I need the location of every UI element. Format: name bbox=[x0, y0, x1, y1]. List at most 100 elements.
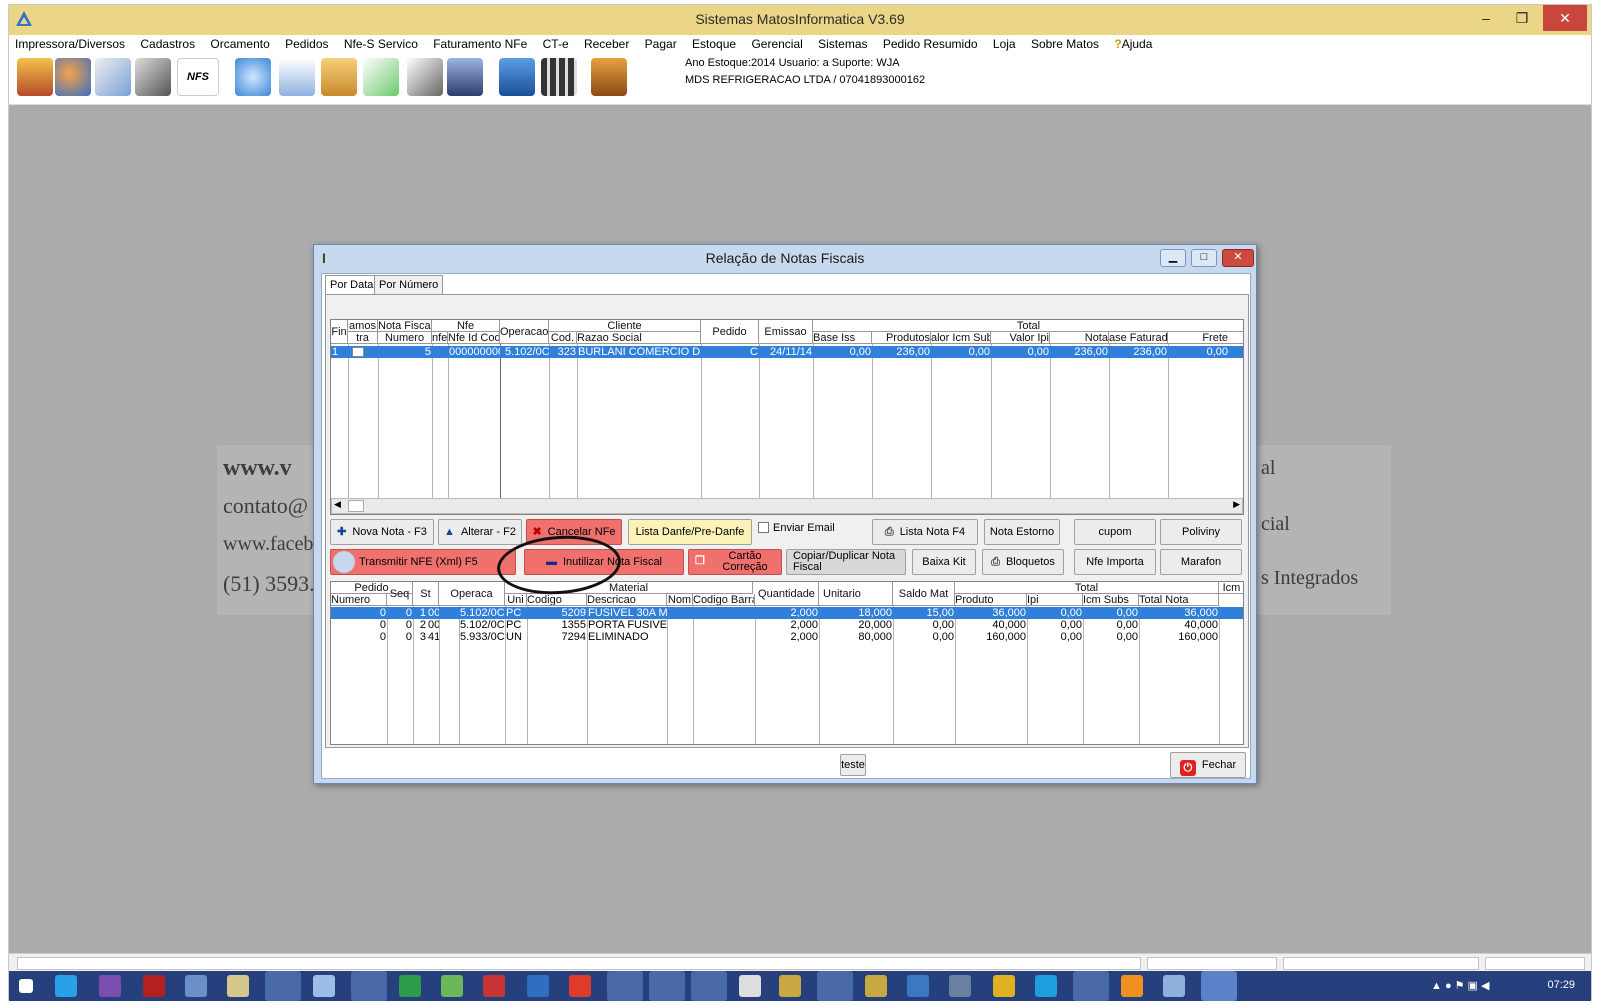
enviar-email-checkbox[interactable] bbox=[758, 522, 769, 533]
app-icon-27[interactable] bbox=[1163, 975, 1185, 997]
terminal-icon[interactable] bbox=[691, 971, 727, 1001]
teste-button[interactable]: teste bbox=[840, 754, 866, 776]
help-icon[interactable] bbox=[235, 58, 271, 96]
copiar-duplicar-button[interactable]: Copiar/Duplicar Nota Fiscal bbox=[786, 549, 906, 575]
matos-taskbar-icon[interactable] bbox=[607, 971, 643, 1001]
document-icon[interactable] bbox=[279, 58, 315, 96]
menu-orcamento[interactable]: Orcamento bbox=[204, 35, 275, 54]
app-icon-12[interactable] bbox=[527, 975, 549, 997]
app-icon-7[interactable] bbox=[313, 975, 335, 997]
app-icon-8[interactable] bbox=[351, 971, 387, 1001]
col-seq[interactable]: Seq bbox=[387, 582, 413, 606]
col-icm-subs[interactable]: Icm Subs bbox=[1083, 594, 1139, 606]
minimize-button[interactable]: – bbox=[1469, 5, 1503, 31]
checklist-icon[interactable] bbox=[407, 58, 443, 96]
col-uni[interactable]: Uni bbox=[505, 594, 527, 606]
menu-cadastros[interactable]: Cadastros bbox=[134, 35, 201, 54]
notas-grid-scrollbar[interactable]: ◀ ▶ bbox=[331, 498, 1243, 514]
menu-sistemas[interactable]: Sistemas bbox=[812, 35, 873, 54]
explorer-icon[interactable] bbox=[1073, 971, 1109, 1001]
col-descricao[interactable]: Descricao bbox=[587, 594, 667, 606]
col-numero[interactable]: Numero bbox=[331, 594, 387, 606]
col-saldo-mat[interactable]: Saldo Mat bbox=[893, 582, 955, 606]
menu-sobre-matos[interactable]: Sobre Matos bbox=[1025, 35, 1105, 54]
col-emissao[interactable]: Emissao bbox=[759, 320, 813, 344]
col-numero[interactable]: Numero bbox=[378, 332, 432, 344]
scroll-left-icon[interactable]: ◀ bbox=[334, 499, 341, 510]
baixa-kit-button[interactable]: Baixa Kit bbox=[912, 549, 976, 575]
col-icm[interactable]: Icm bbox=[1219, 582, 1243, 594]
dialog-minimize-button[interactable]: ▁ bbox=[1160, 249, 1186, 267]
dialog-close-button[interactable]: ✕ bbox=[1222, 249, 1254, 267]
printer-pen-icon[interactable] bbox=[135, 58, 171, 96]
cupom-button[interactable]: cupom bbox=[1074, 519, 1156, 545]
col-operacao[interactable]: Operaca bbox=[439, 582, 505, 606]
menu-pedidos[interactable]: Pedidos bbox=[279, 35, 334, 54]
tools-icon[interactable] bbox=[447, 58, 483, 96]
app-icon-5[interactable] bbox=[227, 975, 249, 997]
menu-estoque[interactable]: Estoque bbox=[686, 35, 742, 54]
app-icon-9[interactable] bbox=[399, 975, 421, 997]
app-icon-15[interactable] bbox=[649, 971, 685, 1001]
lista-nota-button[interactable]: ⎙ Lista Nota F4 bbox=[872, 519, 978, 545]
col-quantidade[interactable]: Quantidade bbox=[755, 582, 819, 606]
col-nom[interactable]: Nom bbox=[667, 594, 693, 606]
col-nfe-id[interactable]: Nfe Id Cod bbox=[448, 332, 500, 344]
bloquetos-button[interactable]: ⎙ Bloquetos bbox=[982, 549, 1064, 575]
gift-icon[interactable] bbox=[17, 58, 53, 96]
restore-button[interactable]: ❐ bbox=[1505, 5, 1539, 31]
col-valor-ipi[interactable]: Valor Ipi bbox=[991, 332, 1050, 344]
table-row[interactable]: 0 0 3 41 5.933/0C UN 7294 ELIMINADO 2,00… bbox=[331, 631, 1243, 643]
fechar-button[interactable]: ⏻ Fechar bbox=[1170, 752, 1246, 778]
enviar-email-option[interactable]: Enviar Email bbox=[758, 522, 835, 534]
app-icon-17[interactable] bbox=[739, 975, 761, 997]
col-nota-fiscal[interactable]: Nota Fiscal bbox=[378, 320, 432, 332]
col-valor-icm-subs[interactable]: alor Icm Subs bbox=[931, 332, 991, 344]
users-icon[interactable] bbox=[55, 58, 91, 96]
folder-icon[interactable] bbox=[265, 971, 301, 1001]
calculator-icon[interactable] bbox=[541, 58, 577, 96]
menu-pedido-resumido[interactable]: Pedido Resumido bbox=[877, 35, 984, 54]
matos-active-icon[interactable] bbox=[1201, 971, 1237, 1001]
system-tray[interactable]: ▲ ● ⚑ ▣ ◀ bbox=[1431, 979, 1531, 993]
app-icon-21[interactable] bbox=[907, 975, 929, 997]
app-icon-22[interactable] bbox=[949, 975, 971, 997]
col-pedido[interactable]: Pedido bbox=[701, 320, 759, 344]
nfs-icon[interactable]: NFS bbox=[177, 58, 219, 96]
app-icon-26[interactable] bbox=[1121, 975, 1143, 997]
nota-estorno-button[interactable]: Nota Estorno bbox=[984, 519, 1060, 545]
ie-icon[interactable] bbox=[55, 975, 77, 997]
menu-gerencial[interactable]: Gerencial bbox=[745, 35, 808, 54]
col-cod[interactable]: Cod. bbox=[549, 332, 577, 344]
menu-impressora[interactable]: Impressora/Diversos bbox=[9, 35, 131, 54]
itens-grid[interactable]: Pedido Numero Seq St Operaca Material Un… bbox=[330, 581, 1244, 745]
table-row[interactable]: 0 0 2 00 5.102/0C PC 1355 PORTA FUSIVEL … bbox=[331, 619, 1243, 631]
filezilla-icon[interactable] bbox=[143, 975, 165, 997]
tab-por-data[interactable]: Por Data bbox=[325, 275, 379, 295]
menu-loja[interactable]: Loja bbox=[987, 35, 1022, 54]
menu-ajuda[interactable]: ?Ajuda bbox=[1108, 35, 1158, 54]
app-icon-18[interactable] bbox=[779, 975, 801, 997]
chrome-icon[interactable] bbox=[993, 975, 1015, 997]
app-icon-20[interactable] bbox=[865, 975, 887, 997]
col-base-iss[interactable]: Base Iss bbox=[813, 332, 872, 344]
col-nota[interactable]: Nota bbox=[1050, 332, 1109, 344]
notas-grid[interactable]: Fin amos tra Nota Fiscal Numero Nfe nfe … bbox=[330, 319, 1244, 515]
col-razao-social[interactable]: Razao Social bbox=[577, 332, 701, 344]
scroll-right-icon[interactable]: ▶ bbox=[1233, 499, 1240, 510]
mail-icon[interactable] bbox=[363, 58, 399, 96]
col-base-faturado[interactable]: ase Faturado bbox=[1109, 332, 1168, 344]
nfe-importa-button[interactable]: Nfe Importa bbox=[1074, 549, 1156, 575]
menu-pagar[interactable]: Pagar bbox=[639, 35, 683, 54]
opera-icon[interactable] bbox=[569, 975, 591, 997]
col-unitario[interactable]: Unitario bbox=[819, 582, 893, 606]
col-codigo-barra[interactable]: Codigo Barra bbox=[693, 594, 755, 606]
col-fin[interactable]: Fin bbox=[331, 320, 348, 344]
close-button[interactable]: ✕ bbox=[1543, 5, 1587, 31]
menu-receber[interactable]: Receber bbox=[578, 35, 635, 54]
transmitir-nfe-button[interactable]: Transmitir NFE (Xml) F5 bbox=[330, 549, 516, 575]
menu-faturamento-nfe[interactable]: Faturamento NFe bbox=[427, 35, 533, 54]
table-row[interactable]: 1 5 000000000 5.102/0C 323 BURLANI COMER… bbox=[331, 346, 1243, 358]
poliviny-button[interactable]: Poliviny bbox=[1160, 519, 1242, 545]
dialog-maximize-button[interactable]: □ bbox=[1191, 249, 1217, 267]
